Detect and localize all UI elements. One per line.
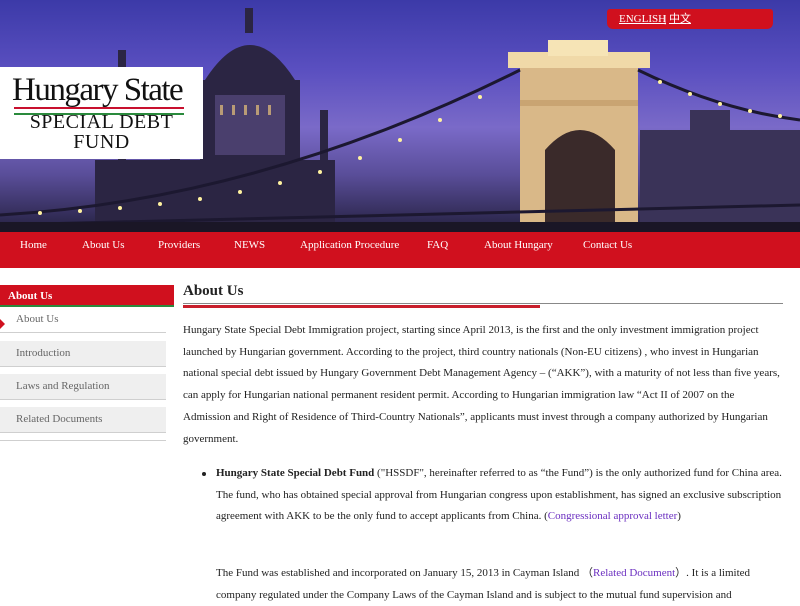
lang-english-link[interactable]: ENGLISH <box>619 9 666 29</box>
related-document-link[interactable]: Related Document <box>593 567 675 579</box>
sidebar-item-laws-and-regulation[interactable]: Laws and Regulation <box>0 374 166 400</box>
main-navigation: Home About Us Providers NEWS Application… <box>0 232 800 268</box>
fund-establishment-paragraph: The Fund was established and incorporate… <box>216 563 786 606</box>
nav-about-us[interactable]: About Us <box>82 232 124 268</box>
site-logo[interactable]: Hungary State SPECIAL DEBT FUND <box>0 67 203 159</box>
sidebar-item-about-us[interactable]: About Us <box>0 307 166 333</box>
title-divider <box>183 303 783 304</box>
sidebar-item-related-documents[interactable]: Related Documents <box>0 407 166 433</box>
nav-contact-us[interactable]: Contact Us <box>583 232 632 268</box>
nav-news[interactable]: NEWS <box>234 232 265 268</box>
fund-name: Hungary State Special Debt Fund <box>216 467 375 479</box>
sidebar-heading: About Us <box>0 285 174 305</box>
logo-title: Hungary State <box>12 72 184 108</box>
language-switcher: ENGLISH | 中文 <box>607 9 773 29</box>
nav-providers[interactable]: Providers <box>158 232 200 268</box>
sidebar-item-introduction[interactable]: Introduction <box>0 341 166 367</box>
logo-subtitle-line2: FUND <box>73 131 130 153</box>
active-caret-icon <box>0 319 5 329</box>
intro-paragraph: Hungary State Special Debt Immigration p… <box>183 324 780 445</box>
fund-description-end: ) <box>677 510 681 523</box>
nav-faq[interactable]: FAQ <box>427 232 448 268</box>
title-accent-bar <box>183 305 540 308</box>
nav-about-hungary[interactable]: About Hungary <box>484 232 553 268</box>
congressional-approval-link[interactable]: Congressional approval letter <box>548 510 678 522</box>
bullet-icon <box>202 472 206 476</box>
lang-separator: | <box>664 13 667 25</box>
lang-chinese-link[interactable]: 中文 <box>669 9 691 29</box>
sidebar-divider <box>0 440 166 441</box>
page-title: About Us <box>183 283 244 299</box>
fund-bullet-item: Hungary State Special Debt Fund ("HSSDF"… <box>216 463 786 528</box>
establishment-text: The Fund was established and incorporate… <box>216 567 593 579</box>
nav-application-procedure[interactable]: Application Procedure <box>300 232 399 268</box>
nav-home[interactable]: Home <box>20 232 47 268</box>
